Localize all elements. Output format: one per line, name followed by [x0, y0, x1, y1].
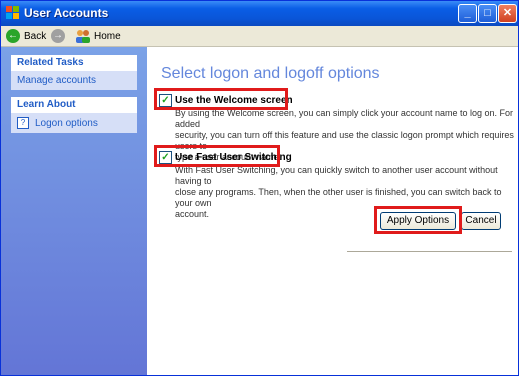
- toolbar: ← Back → Home: [1, 26, 518, 47]
- fast-user-switching-highlight: [154, 145, 280, 167]
- sidebar: Related Tasks Manage accounts Learn Abou…: [1, 47, 147, 375]
- back-label: Back: [24, 30, 47, 42]
- user-accounts-window: User Accounts _ □ ✕ ← Back → Home Relate…: [0, 0, 519, 376]
- manage-accounts-link[interactable]: Manage accounts: [17, 75, 96, 86]
- title-bar[interactable]: User Accounts _ □ ✕: [1, 1, 518, 26]
- maximize-button[interactable]: □: [478, 4, 497, 23]
- home-button[interactable]: Home: [75, 28, 121, 44]
- learn-about-title: Learn About: [11, 97, 137, 113]
- minimize-button[interactable]: _: [458, 4, 477, 23]
- home-label: Home: [94, 30, 121, 42]
- cancel-button[interactable]: Cancel: [461, 212, 501, 230]
- learn-about-panel: Learn About ? Logon options: [11, 97, 137, 133]
- user-accounts-icon: [6, 6, 19, 19]
- window-title: User Accounts: [24, 6, 109, 20]
- related-tasks-title: Related Tasks: [11, 55, 137, 71]
- welcome-screen-highlight: [154, 88, 288, 110]
- back-arrow-icon: ←: [6, 29, 20, 43]
- help-icon: ?: [17, 117, 29, 129]
- forward-arrow-icon: →: [51, 29, 65, 43]
- separator: [347, 251, 512, 252]
- forward-button[interactable]: →: [51, 28, 65, 44]
- users-icon: [76, 30, 90, 43]
- main-content: Select logon and logoff options ✓ Use th…: [147, 47, 518, 375]
- close-button[interactable]: ✕: [498, 4, 517, 23]
- page-title: Select logon and logoff options: [161, 65, 380, 82]
- logon-options-link[interactable]: Logon options: [35, 118, 98, 129]
- back-button[interactable]: ← Back: [6, 28, 46, 44]
- related-tasks-panel: Related Tasks Manage accounts: [11, 55, 137, 90]
- apply-options-highlight: [374, 206, 462, 234]
